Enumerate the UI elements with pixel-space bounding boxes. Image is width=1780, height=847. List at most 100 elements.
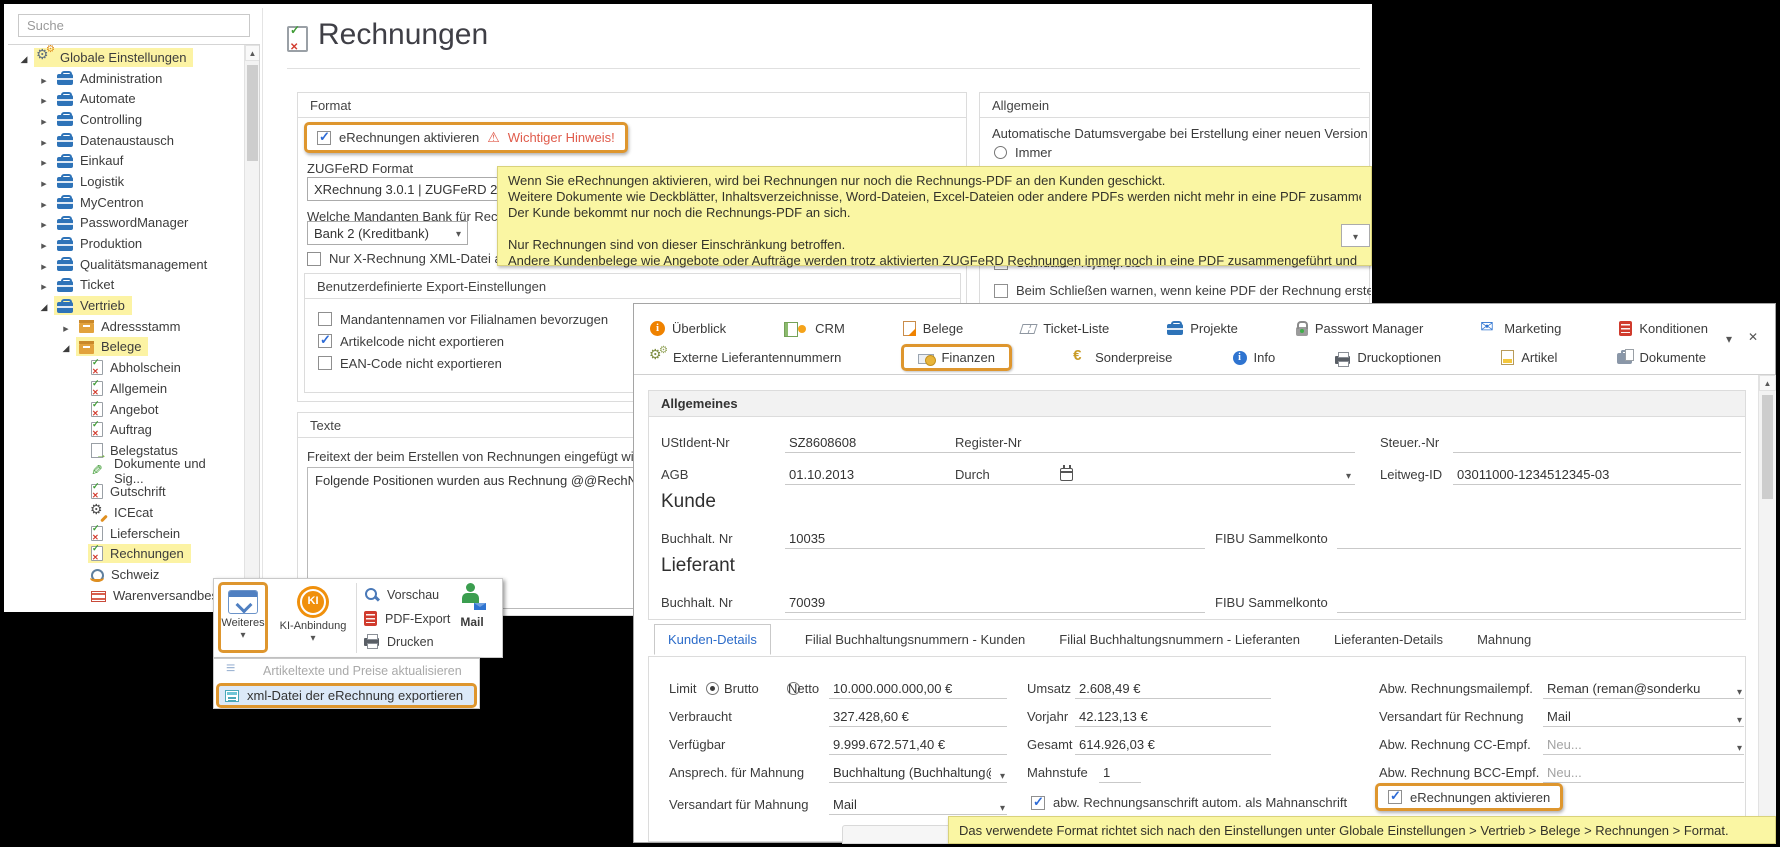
tree-item[interactable]: Rechnungen [8,544,242,565]
gesamt-field[interactable]: 614.926,03 € [1075,735,1271,755]
tree-item[interactable]: Administration [8,68,242,89]
register-field[interactable] [1032,433,1355,453]
tree-expander-icon[interactable] [36,236,52,251]
abw-anschrift-checkbox-row[interactable]: abw. Rechnungsanschrift autom. als Mahna… [1031,795,1347,810]
tree-expander-icon[interactable] [36,112,52,127]
scroll-up-icon[interactable]: ▲ [245,45,260,61]
immer-radio-row[interactable]: Immer [994,145,1052,160]
tree-item[interactable]: Einkauf [8,150,242,171]
xml-only-checkbox[interactable] [307,252,321,266]
abw-cc-select[interactable]: Neu... [1543,735,1744,755]
weiteres-button[interactable]: Weiteres [218,582,268,653]
ki-anbindung-button[interactable]: KI-Anbindung [274,582,352,653]
ansprech-mahnung-select[interactable]: Buchhaltung (Buchhaltung@ [829,763,1007,783]
tree-expander-icon[interactable] [36,133,52,148]
detail-tab[interactable]: Sonderpreise [1072,350,1172,365]
export-option-checkbox[interactable] [318,356,332,370]
abw-anschrift-checkbox[interactable] [1031,796,1045,810]
mahnstufe-field[interactable]: 1 [1099,763,1141,783]
tree-expander-icon[interactable] [58,339,74,354]
vorschau-button[interactable]: Vorschau [364,587,439,602]
tree-item[interactable]: Automate [8,88,242,109]
detail-tab[interactable]: CRM [784,321,845,336]
tree-item[interactable]: Vertrieb [8,295,242,316]
tree-scrollbar[interactable]: ▲ [244,45,260,610]
subtab[interactable]: Kunden-Details [654,624,771,655]
subtab[interactable]: Filial Buchhaltungsnummern - Kunden [805,625,1025,654]
steuer-field[interactable] [1453,433,1741,453]
tree-item[interactable]: Logistik [8,171,242,192]
verbraucht-field[interactable]: 327.428,60 € [829,707,1007,727]
detail-tab[interactable]: Konditionen [1619,321,1708,336]
detail-tab[interactable]: Externe Lieferantennummern [650,350,841,365]
tree-expander-icon[interactable] [36,215,52,230]
tree-item[interactable]: MyCentron [8,192,242,213]
export-option-checkbox[interactable] [318,334,332,348]
mail-button[interactable]: Mail [446,583,498,653]
drucken-button[interactable]: Drucken [364,635,434,649]
xml-export-menu-item[interactable]: xml-Datei der eRechnung exportieren [216,683,477,708]
tree-expander-icon[interactable] [36,153,52,168]
detail-tab[interactable]: Projekte [1167,321,1238,336]
abw-bcc-field[interactable]: Neu... [1543,763,1744,783]
brutto-radio[interactable] [706,682,719,695]
tree-item[interactable]: Auftrag [8,419,242,440]
subtab[interactable]: Lieferanten-Details [1334,625,1443,654]
vorjahr-field[interactable]: 42.123,13 € [1075,707,1271,727]
detail-tab[interactable]: Passwort Manager [1296,321,1423,336]
durch-field[interactable] [1032,465,1355,485]
tree-item[interactable]: Ticket [8,275,242,296]
tree-item[interactable]: Warenversandbestä [8,585,242,606]
tree-item[interactable]: Schweiz [8,564,242,585]
search-input[interactable] [18,14,250,37]
detail-tab[interactable]: Druckoptionen [1335,350,1441,365]
detail-tab[interactable]: Überblick [650,321,726,336]
window-scrollbar-thumb[interactable] [1762,395,1773,499]
leitweg-field[interactable]: 03011000-1234512345-03 [1453,465,1741,485]
warning-hint-link[interactable]: Wichtiger Hinweis! [508,130,615,145]
tree-expander-icon[interactable] [36,71,52,86]
erechnungen-aktivieren-checkbox[interactable] [1388,790,1402,804]
immer-radio[interactable] [994,146,1007,159]
abw-mail-select[interactable]: Reman (reman@sonderku [1543,679,1744,699]
tree-item[interactable]: Adressstamm [8,316,242,337]
detail-tab[interactable]: Ticket-Liste [1021,321,1109,336]
artikeltexte-menu-item[interactable]: Artikeltexte und Preise aktualisieren [226,664,462,678]
tree-expander-icon[interactable] [16,50,32,65]
tree-expander-icon[interactable] [36,298,52,313]
detail-tab[interactable]: Finanzen [901,344,1011,371]
tree-item[interactable]: Angebot [8,399,242,420]
window-scrollbar[interactable]: ▲ [1758,375,1776,844]
subtab[interactable]: Filial Buchhaltungsnummern - Lieferanten [1059,625,1300,654]
tree-scrollbar-thumb[interactable] [247,65,258,161]
tree-expander-icon[interactable] [36,195,52,210]
window-menu-caret-icon[interactable] [1726,332,1732,346]
subtab[interactable]: Mahnung [1477,625,1531,654]
export-option-checkbox[interactable] [318,312,332,326]
limit-field[interactable]: 10.000.000.000,00 € [829,679,1007,699]
tree-expander-icon[interactable] [58,319,74,334]
pdf-export-button[interactable]: PDF-Export [364,611,450,626]
tree-item[interactable]: Abholschein [8,357,242,378]
lieferant-buchhalt-field[interactable]: 70039 [785,593,1205,613]
tree-item[interactable]: PasswordManager [8,213,242,234]
tree-item[interactable]: Allgemein [8,378,242,399]
versandart-mahnung-select[interactable]: Mail [829,795,1007,815]
tree-item[interactable]: Datenaustausch [8,130,242,151]
mandanten-bank-select[interactable]: Bank 2 (Kreditbank) [307,221,468,245]
detail-tab[interactable]: Belege [903,321,963,336]
detail-tab[interactable]: Dokumente [1617,350,1705,365]
tree-item[interactable]: Lieferschein [8,523,242,544]
panel-splitter[interactable] [262,8,263,612]
tree-expander-icon[interactable] [36,277,52,292]
kunde-fibu-field[interactable] [1337,529,1741,549]
tree-expander-icon[interactable] [36,91,52,106]
umsatz-field[interactable]: 2.608,49 € [1075,679,1271,699]
tree-item[interactable]: Globale Einstellungen [8,47,242,68]
tree-expander-icon[interactable] [36,257,52,272]
detail-tab[interactable]: Marketing [1481,321,1561,336]
verfugbar-field[interactable]: 9.999.672.571,40 € [829,735,1007,755]
schliessen-warnen-checkbox[interactable] [994,284,1008,298]
versandart-rechnung-select[interactable]: Mail [1543,707,1744,727]
tree-item[interactable]: Produktion [8,233,242,254]
